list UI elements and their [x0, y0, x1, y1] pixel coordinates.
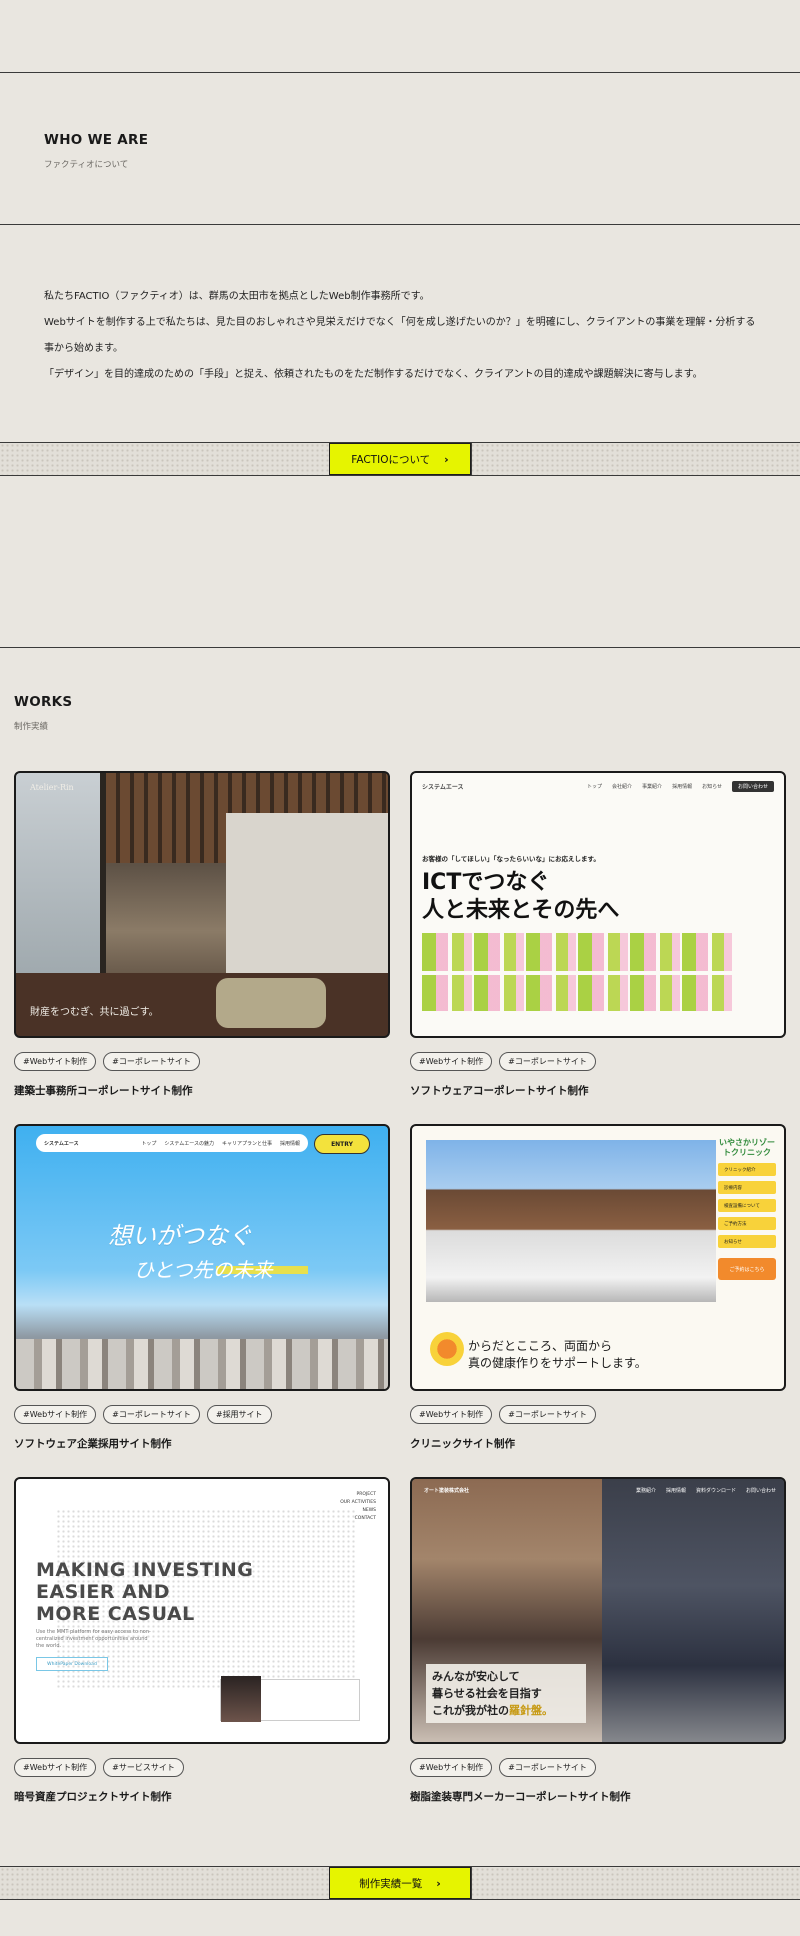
about-paragraph: Webサイトを制作する上で私たちは、見た目のおしゃれさや見栄えだけでなく「何を成…: [44, 317, 756, 354]
work-thumbnail[interactable]: Atelier-Rin 財産をつむぎ、共に過ごす。: [14, 771, 390, 1038]
tag[interactable]: #コーポレートサイト: [499, 1405, 596, 1424]
thumb-copy: からだとこころ、両面から 真の健康作りをサポートします。: [468, 1339, 647, 1370]
work-thumbnail[interactable]: PROJECT OUR ACTIVITIES NEWS CONTACT MAKI…: [14, 1477, 390, 1744]
works-list-button-label: 制作実績一覧: [359, 1877, 423, 1890]
tag[interactable]: #コーポレートサイト: [103, 1405, 200, 1424]
tag-list: #Webサイト制作 #サービスサイト: [14, 1758, 390, 1777]
work-title[interactable]: 樹脂塗装専門メーカーコーポレートサイト制作: [410, 1789, 786, 1804]
tag-list: #Webサイト制作 #コーポレートサイト: [410, 1052, 786, 1071]
about-text: 私たちFACTIO（ファクティオ）は、群馬の太田市を拠点としたWeb制作事務所で…: [44, 284, 756, 388]
tag[interactable]: #サービスサイト: [103, 1758, 184, 1777]
tag-list: #Webサイト制作 #コーポレートサイト: [410, 1758, 786, 1777]
thumb-button: WhitePaper Download: [36, 1657, 108, 1671]
about-paragraph: 「デザイン」を目的達成のための「手段」と捉え、依頼されたものをただ制作するだけで…: [44, 369, 703, 380]
work-card[interactable]: システムエース トップ システムエースの魅力 キャリアプランと仕事 採用情報 E…: [14, 1124, 390, 1451]
thumb-lead: お客様の「してほしい」「なったらいいな」にお応えします。: [422, 855, 600, 863]
work-card[interactable]: システムエース トップ 会社紹介 事業紹介 採用情報 お知らせ お問い合わせ お…: [410, 771, 786, 1098]
divider: [0, 224, 800, 225]
work-card[interactable]: PROJECT OUR ACTIVITIES NEWS CONTACT MAKI…: [14, 1477, 390, 1804]
tag[interactable]: #採用サイト: [206, 1405, 272, 1424]
tag-list: #Webサイト制作 #コーポレートサイト #採用サイト: [14, 1405, 390, 1424]
thumb-headline: MAKING INVESTING EASIER AND MORE CASUAL: [36, 1559, 254, 1625]
tag[interactable]: #Webサイト制作: [410, 1758, 493, 1777]
work-thumbnail[interactable]: いやさかリゾートクリニック クリニック紹介 診療内容 検査設備について ご予約方…: [410, 1124, 786, 1391]
sun-mascot-icon: [430, 1332, 464, 1366]
thumb-copy: みんなが安心して 暮らせる社会を目指す これが我が社の羅針盤。: [426, 1664, 586, 1723]
thumb-copy: 財産をつむぎ、共に過ごす。: [30, 1007, 159, 1018]
news-card-graphic: [220, 1676, 360, 1722]
tag[interactable]: #Webサイト制作: [14, 1758, 97, 1777]
work-thumbnail[interactable]: システムエース トップ 会社紹介 事業紹介 採用情報 お知らせ お問い合わせ お…: [410, 771, 786, 1038]
work-title[interactable]: クリニックサイト制作: [410, 1436, 786, 1451]
work-card[interactable]: Atelier-Rin 財産をつむぎ、共に過ごす。 #Webサイト制作 #コーポ…: [14, 771, 390, 1098]
thumb-nav: オート塗装株式会社 業務紹介 採用情報 資料ダウンロード お問い合わせ: [424, 1487, 776, 1494]
thumb-headline: 想いがつなぐ: [108, 1222, 252, 1250]
chevron-right-icon: ›: [444, 452, 449, 466]
work-thumbnail[interactable]: システムエース トップ システムエースの魅力 キャリアプランと仕事 採用情報 E…: [14, 1124, 390, 1391]
tag[interactable]: #コーポレートサイト: [103, 1052, 200, 1071]
about-paragraph: 私たちFACTIO（ファクティオ）は、群馬の太田市を拠点としたWeb制作事務所で…: [44, 291, 430, 302]
chevron-right-icon: ›: [436, 1876, 441, 1890]
thumb-logo: Atelier-Rin: [30, 783, 74, 792]
tag[interactable]: #Webサイト制作: [14, 1052, 97, 1071]
about-title: WHO WE ARE: [44, 132, 149, 148]
work-card[interactable]: いやさかリゾートクリニック クリニック紹介 診療内容 検査設備について ご予約方…: [410, 1124, 786, 1451]
thumb-nav: システムエース トップ 会社紹介 事業紹介 採用情報 お知らせ お問い合わせ: [422, 781, 774, 792]
tag[interactable]: #Webサイト制作: [410, 1052, 493, 1071]
divider: [0, 72, 800, 73]
tag[interactable]: #Webサイト制作: [410, 1405, 493, 1424]
thumb-sidebar: いやさかリゾートクリニック クリニック紹介 診療内容 検査設備について ご予約方…: [718, 1138, 776, 1280]
work-title[interactable]: 建築士事務所コーポレートサイト制作: [14, 1083, 390, 1098]
works-subtitle: 制作実績: [14, 722, 49, 732]
thumb-headline: ICTでつなぐ 人と未来とその先へ: [422, 870, 620, 923]
about-button-label: FACTIOについて: [351, 453, 431, 466]
works-list-button[interactable]: 制作実績一覧 ›: [329, 1867, 471, 1899]
cityscape-image: [16, 1339, 388, 1389]
tag[interactable]: #Webサイト制作: [14, 1405, 97, 1424]
work-title[interactable]: ソフトウェア企業採用サイト制作: [14, 1436, 390, 1451]
tag-list: #Webサイト制作 #コーポレートサイト: [14, 1052, 390, 1071]
tag[interactable]: #コーポレートサイト: [499, 1052, 596, 1071]
works-title: WORKS: [14, 694, 73, 710]
thumb-nav: システムエース トップ システムエースの魅力 キャリアプランと仕事 採用情報: [36, 1134, 308, 1152]
work-thumbnail[interactable]: オート塗装株式会社 業務紹介 採用情報 資料ダウンロード お問い合わせ みんなが…: [410, 1477, 786, 1744]
tag-list: #Webサイト制作 #コーポレートサイト: [410, 1405, 786, 1424]
work-card[interactable]: オート塗装株式会社 業務紹介 採用情報 資料ダウンロード お問い合わせ みんなが…: [410, 1477, 786, 1804]
worker-image: [602, 1479, 784, 1742]
about-subtitle: ファクティオについて: [44, 160, 129, 170]
divider: [0, 647, 800, 648]
work-title[interactable]: 暗号資産プロジェクトサイト制作: [14, 1789, 390, 1804]
thumb-headline: ひとつ先の未来: [134, 1258, 273, 1282]
thumb-entry-button: ENTRY: [314, 1134, 370, 1154]
about-button[interactable]: FACTIOについて ›: [329, 443, 471, 475]
work-title[interactable]: ソフトウェアコーポレートサイト制作: [410, 1083, 786, 1098]
thumb-menu: PROJECT OUR ACTIVITIES NEWS CONTACT: [340, 1492, 376, 1521]
tag[interactable]: #コーポレートサイト: [499, 1758, 596, 1777]
clinic-building-image: [426, 1140, 716, 1302]
thumb-sub: Use the MMT platform for easy access to …: [36, 1629, 151, 1649]
